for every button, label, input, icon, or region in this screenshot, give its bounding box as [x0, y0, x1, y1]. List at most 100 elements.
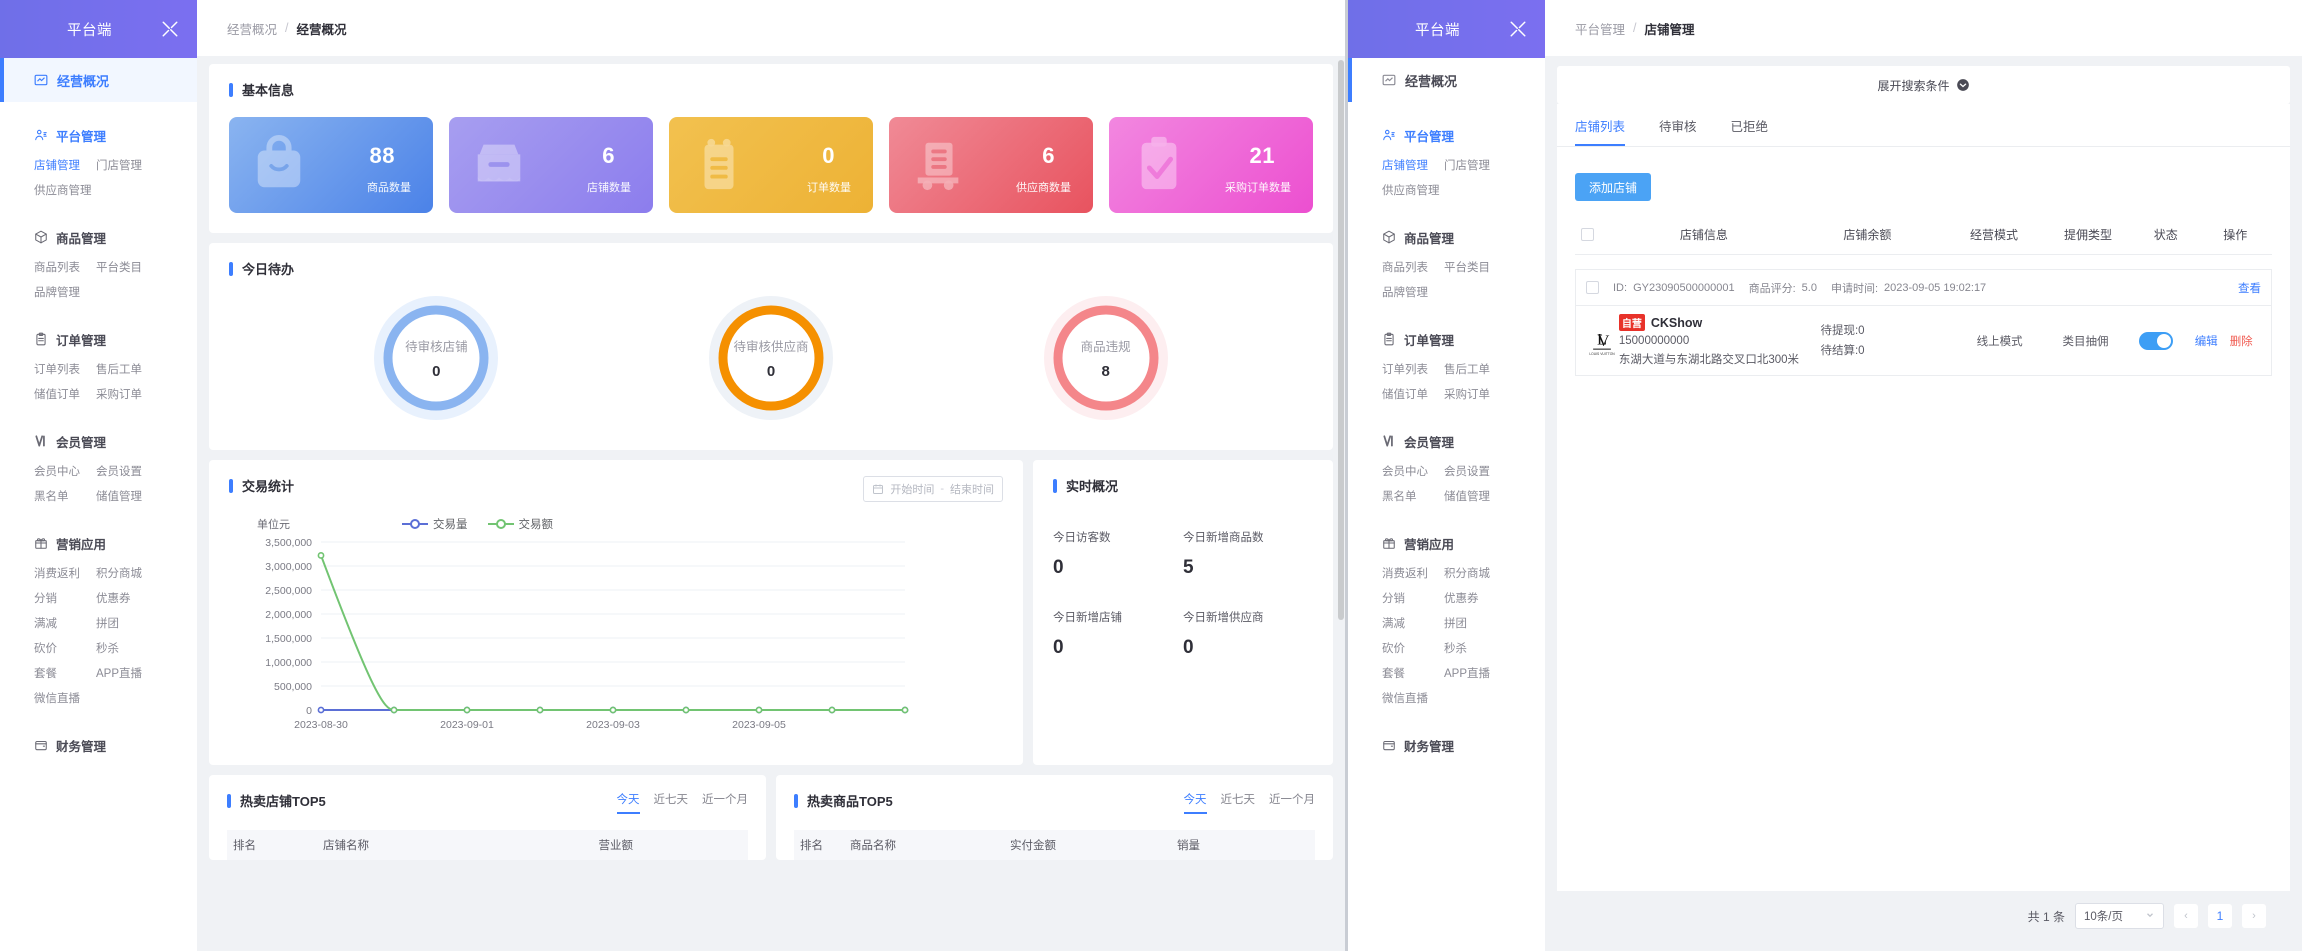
- breadcrumb-parent[interactable]: 平台管理: [1575, 19, 1625, 38]
- page-number-1[interactable]: 1: [2208, 904, 2232, 928]
- sidebar-link-4-4[interactable]: 满减: [1382, 612, 1444, 637]
- shop-tab-0[interactable]: 店铺列表: [1575, 116, 1626, 146]
- sidebar-group-header-5[interactable]: 财务管理: [0, 732, 197, 758]
- sidebar-link-4-4[interactable]: 满减: [34, 612, 96, 637]
- sidebar-link-0-2[interactable]: 供应商管理: [34, 179, 164, 204]
- sidebar-link-1-2[interactable]: 品牌管理: [1382, 281, 1512, 306]
- sidebar-link-4-7[interactable]: 秒杀: [1444, 637, 1506, 662]
- sidebar-link-2-3[interactable]: 采购订单: [96, 383, 158, 408]
- top-goods-tab-2[interactable]: 近一个月: [1269, 791, 1315, 814]
- sidebar-link-1-0[interactable]: 商品列表: [34, 256, 96, 281]
- sidebar-link-1-1[interactable]: 平台类目: [96, 256, 158, 281]
- sidebar-link-3-3[interactable]: 储值管理: [1444, 485, 1506, 510]
- stat-tile-4[interactable]: 21 采购订单数量: [1109, 117, 1313, 213]
- sidebar-link-4-0[interactable]: 消费返利: [34, 562, 96, 587]
- sidebar-link-4-2[interactable]: 分销: [34, 587, 96, 612]
- sidebar-link-4-5[interactable]: 拼团: [1444, 612, 1506, 637]
- sidebar-link-4-0[interactable]: 消费返利: [1382, 562, 1444, 587]
- sidebar-link-4-8[interactable]: 套餐: [34, 662, 96, 687]
- sidebar-link-4-9[interactable]: APP直播: [1444, 662, 1506, 687]
- sidebar-link-3-1[interactable]: 会员设置: [96, 460, 158, 485]
- next-page-button[interactable]: ›: [2242, 904, 2266, 928]
- sidebar-link-0-2[interactable]: 供应商管理: [1382, 179, 1512, 204]
- sidebar-link-0-1[interactable]: 门店管理: [1444, 154, 1506, 179]
- sidebar-group-header-2[interactable]: 订单管理: [0, 326, 197, 352]
- sidebar-link-1-1[interactable]: 平台类目: [1444, 256, 1506, 281]
- sidebar-group-header-4[interactable]: 营销应用: [1348, 530, 1545, 556]
- sidebar-link-2-1[interactable]: 售后工单: [96, 358, 158, 383]
- sidebar-link-2-1[interactable]: 售后工单: [1444, 358, 1506, 383]
- sidebar-link-4-1[interactable]: 积分商城: [96, 562, 158, 587]
- sidebar-link-4-10[interactable]: 微信直播: [34, 687, 164, 712]
- sidebar-item-business-overview[interactable]: 经营概况: [0, 58, 197, 102]
- vertical-scrollbar[interactable]: [1338, 60, 1344, 620]
- sidebar-link-1-0[interactable]: 商品列表: [1382, 256, 1444, 281]
- sidebar-link-2-0[interactable]: 订单列表: [1382, 358, 1444, 383]
- sidebar-link-4-6[interactable]: 砍价: [34, 637, 96, 662]
- sidebar-link-4-9[interactable]: APP直播: [96, 662, 158, 687]
- status-toggle[interactable]: [2139, 331, 2174, 350]
- sidebar-group-header-2[interactable]: 订单管理: [1348, 326, 1545, 352]
- sidebar-link-1-2[interactable]: 品牌管理: [34, 281, 164, 306]
- edit-link[interactable]: 编辑: [2195, 333, 2218, 349]
- sidebar-link-4-3[interactable]: 优惠券: [96, 587, 158, 612]
- sidebar-group-header-0[interactable]: 平台管理: [1348, 122, 1545, 148]
- sidebar-link-0-0[interactable]: 店铺管理: [1382, 154, 1444, 179]
- sidebar-link-3-0[interactable]: 会员中心: [34, 460, 96, 485]
- sidebar-link-4-7[interactable]: 秒杀: [96, 637, 158, 662]
- sidebar-link-3-2[interactable]: 黑名单: [34, 485, 96, 510]
- todo-donut-0[interactable]: 待审核店铺 0: [374, 296, 499, 420]
- sidebar-group-header-0[interactable]: 平台管理: [0, 122, 197, 148]
- page-size-select[interactable]: 10条/页: [2075, 903, 2164, 929]
- stat-tile-2[interactable]: 0 订单数量: [669, 117, 873, 213]
- sidebar-link-2-3[interactable]: 采购订单: [1444, 383, 1506, 408]
- sidebar-link-3-1[interactable]: 会员设置: [1444, 460, 1506, 485]
- prev-page-button[interactable]: ‹: [2174, 904, 2198, 928]
- sidebar-link-2-2[interactable]: 储值订单: [1382, 383, 1444, 408]
- sidebar-group-header-4[interactable]: 营销应用: [0, 530, 197, 556]
- sidebar-link-4-10[interactable]: 微信直播: [1382, 687, 1512, 712]
- sidebar-link-0-0[interactable]: 店铺管理: [34, 154, 96, 179]
- sidebar-link-2-2[interactable]: 储值订单: [34, 383, 96, 408]
- sidebar-group-header-1[interactable]: 商品管理: [0, 224, 197, 250]
- top-shops-tab-2[interactable]: 近一个月: [702, 791, 748, 814]
- sidebar-link-0-1[interactable]: 门店管理: [96, 154, 158, 179]
- top-shops-tab-0[interactable]: 今天: [616, 791, 640, 814]
- stat-tile-1[interactable]: 6 店铺数量: [449, 117, 653, 213]
- tools-icon[interactable]: [1509, 20, 1527, 38]
- date-range-picker[interactable]: 开始时间 - 结束时间: [863, 476, 1003, 502]
- sidebar-link-4-6[interactable]: 砍价: [1382, 637, 1444, 662]
- sidebar-link-4-3[interactable]: 优惠券: [1444, 587, 1506, 612]
- top-goods-tab-0[interactable]: 今天: [1183, 791, 1207, 814]
- sidebar-link-3-0[interactable]: 会员中心: [1382, 460, 1444, 485]
- shop-tab-2[interactable]: 已拒绝: [1731, 116, 1769, 146]
- legend-item-0[interactable]: 交易量: [402, 516, 468, 532]
- date-end-input[interactable]: 结束时间: [950, 481, 994, 497]
- top-shops-tab-1[interactable]: 近七天: [654, 791, 689, 814]
- row-checkbox[interactable]: [1586, 281, 1599, 294]
- todo-donut-1[interactable]: 待审核供应商 0: [708, 296, 833, 420]
- tools-icon[interactable]: [161, 20, 179, 38]
- sidebar-item-business-overview-right[interactable]: 经营概况: [1348, 58, 1545, 102]
- expand-search-toggle[interactable]: 展开搜索条件: [1557, 66, 2290, 104]
- date-start-input[interactable]: 开始时间: [890, 481, 934, 497]
- add-shop-button[interactable]: 添加店铺: [1575, 173, 1652, 201]
- sidebar-group-header-1[interactable]: 商品管理: [1348, 224, 1545, 250]
- stat-tile-0[interactable]: 88 商品数量: [229, 117, 433, 213]
- todo-donut-2[interactable]: 商品违规 8: [1043, 296, 1168, 420]
- sidebar-link-4-1[interactable]: 积分商城: [1444, 562, 1506, 587]
- delete-link[interactable]: 删除: [2230, 333, 2253, 349]
- sidebar-link-3-2[interactable]: 黑名单: [1382, 485, 1444, 510]
- sidebar-link-4-5[interactable]: 拼团: [96, 612, 158, 637]
- page-scroll-area[interactable]: 基本信息 88 商品数量 6 店铺数量 0 订单数量 6 供应商数量 21 采购订单数量 今日待办…: [197, 56, 1345, 951]
- sidebar-group-header-3[interactable]: 会员管理: [1348, 428, 1545, 454]
- sidebar-group-header-5[interactable]: 财务管理: [1348, 732, 1545, 758]
- breadcrumb-parent[interactable]: 经营概况: [227, 19, 277, 38]
- view-link[interactable]: 查看: [2238, 280, 2261, 296]
- top-goods-tab-1[interactable]: 近七天: [1221, 791, 1256, 814]
- sidebar-link-2-0[interactable]: 订单列表: [34, 358, 96, 383]
- sidebar-group-header-3[interactable]: 会员管理: [0, 428, 197, 454]
- sidebar-link-4-2[interactable]: 分销: [1382, 587, 1444, 612]
- select-all-checkbox[interactable]: [1581, 228, 1594, 241]
- stat-tile-3[interactable]: 6 供应商数量: [889, 117, 1093, 213]
